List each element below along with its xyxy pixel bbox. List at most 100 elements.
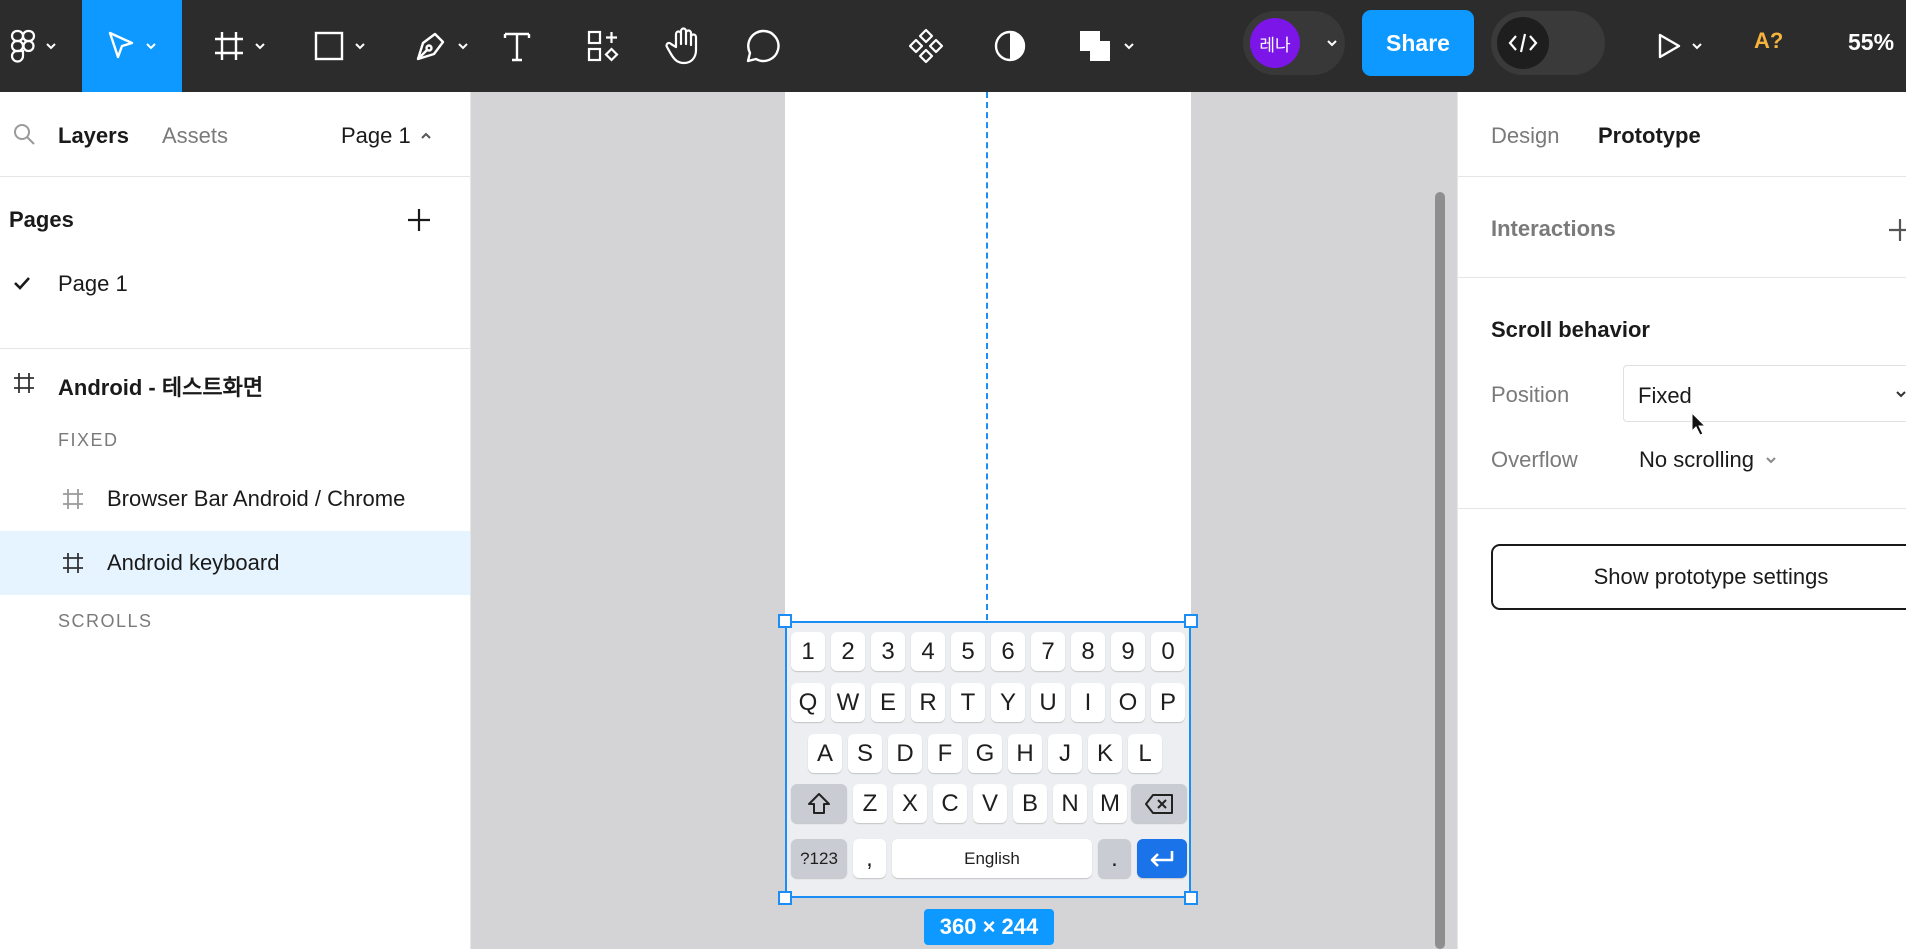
keyboard-shift-key[interactable]: [791, 784, 847, 823]
keyboard-key[interactable]: B: [1013, 784, 1047, 823]
keyboard-key[interactable]: F: [928, 734, 962, 773]
move-tool-button[interactable]: [82, 0, 182, 92]
multiplayer-avatars[interactable]: 레나: [1243, 11, 1345, 75]
show-prototype-settings-button[interactable]: Show prototype settings: [1491, 544, 1906, 610]
keyboard-key[interactable]: Z: [853, 784, 887, 823]
figma-app: 레나 Share A? 55% Layers Assets Page 1 Pag…: [0, 0, 1906, 949]
current-page-label: Page 1: [341, 123, 411, 148]
keyboard-key[interactable]: 4: [911, 632, 945, 671]
share-button[interactable]: Share: [1362, 10, 1474, 76]
keyboard-key[interactable]: N: [1053, 784, 1087, 823]
chevron-down-icon: [1327, 40, 1337, 47]
plus-icon[interactable]: [404, 205, 434, 235]
page-switcher[interactable]: Page 1: [341, 123, 433, 149]
divider: [0, 348, 471, 349]
keyboard-symbols-key[interactable]: ?123: [791, 839, 847, 878]
keyboard-space-key[interactable]: English: [892, 839, 1092, 878]
keyboard-key[interactable]: T: [951, 683, 985, 722]
keyboard-key[interactable]: K: [1088, 734, 1122, 773]
resize-handle-bottom-right[interactable]: [1184, 891, 1198, 905]
canvas-scrollbar[interactable]: [1435, 192, 1445, 949]
keyboard-backspace-key[interactable]: [1131, 784, 1187, 823]
keyboard-key[interactable]: E: [871, 683, 905, 722]
keyboard-key[interactable]: L: [1128, 734, 1162, 773]
keyboard-enter-key[interactable]: [1137, 839, 1187, 878]
keyboard-key[interactable]: O: [1111, 683, 1145, 722]
keyboard-key[interactable]: 9: [1111, 632, 1145, 671]
keyboard-comma-key[interactable]: ,: [853, 839, 886, 878]
keyboard-key[interactable]: U: [1031, 683, 1065, 722]
position-label: Position: [1491, 382, 1570, 407]
keyboard-key[interactable]: 0: [1151, 632, 1185, 671]
contrast-mask-button[interactable]: [990, 0, 1030, 92]
components-button[interactable]: [906, 0, 946, 92]
chevron-down-icon: [146, 43, 156, 50]
position-dropdown[interactable]: Fixed: [1623, 365, 1906, 422]
keyboard-key[interactable]: J: [1048, 734, 1082, 773]
layer-root-frame[interactable]: Android - 테스트화면: [0, 351, 470, 415]
keyboard-key[interactable]: 2: [831, 632, 865, 671]
resize-handle-top-left[interactable]: [778, 614, 792, 628]
overflow-dropdown[interactable]: No scrolling: [1639, 447, 1778, 473]
zoom-level[interactable]: 55%: [1848, 29, 1894, 56]
fixed-section-label: FIXED: [58, 430, 119, 450]
keyboard-key[interactable]: 5: [951, 632, 985, 671]
center-guide-line: [986, 92, 988, 620]
accessibility-check-button[interactable]: A?: [1754, 28, 1783, 54]
avatar[interactable]: 레나: [1250, 18, 1300, 68]
resize-handle-top-right[interactable]: [1184, 614, 1198, 628]
keyboard-key[interactable]: D: [888, 734, 922, 773]
keyboard-key[interactable]: H: [1008, 734, 1042, 773]
tab-design[interactable]: Design: [1491, 123, 1559, 149]
keyboard-key[interactable]: 8: [1071, 632, 1105, 671]
resize-handle-bottom-left[interactable]: [778, 891, 792, 905]
search-icon[interactable]: [12, 122, 36, 146]
keyboard-key[interactable]: A: [808, 734, 842, 773]
keyboard-key[interactable]: R: [911, 683, 945, 722]
keyboard-key[interactable]: X: [893, 784, 927, 823]
layer-browser-bar[interactable]: Browser Bar Android / Chrome: [0, 467, 470, 531]
main-menu-button[interactable]: [0, 0, 68, 92]
keyboard-key[interactable]: 7: [1031, 632, 1065, 671]
tab-layers[interactable]: Layers: [58, 123, 129, 149]
android-keyboard-frame[interactable]: 1234567890 QWERTYUIOP ASDFGHJKL ZXCVBNM …: [785, 621, 1191, 898]
components-grid-icon: [587, 30, 619, 62]
page-item-page-1[interactable]: Page 1: [0, 261, 470, 305]
keyboard-key[interactable]: Y: [991, 683, 1025, 722]
present-button[interactable]: [1650, 0, 1710, 92]
keyboard-key[interactable]: M: [1093, 784, 1127, 823]
keyboard-key[interactable]: 3: [871, 632, 905, 671]
pen-tool-button[interactable]: [396, 0, 488, 92]
dev-mode-toggle[interactable]: [1491, 11, 1605, 75]
scroll-behavior-header: Scroll behavior: [1491, 317, 1650, 342]
keyboard-key[interactable]: V: [973, 784, 1007, 823]
text-tool-button[interactable]: [498, 0, 536, 92]
layers-panel: Layers Assets Page 1 Pages Page 1 Androi…: [0, 92, 471, 949]
comment-tool-button[interactable]: [742, 0, 784, 92]
hand-tool-button[interactable]: [662, 0, 704, 92]
plus-icon[interactable]: [1885, 215, 1906, 245]
shape-tool-button[interactable]: [296, 0, 384, 92]
layer-android-keyboard[interactable]: Android keyboard: [0, 531, 470, 595]
keyboard-key[interactable]: P: [1151, 683, 1185, 722]
android-frame[interactable]: [785, 92, 1191, 622]
design-canvas[interactable]: 1234567890 QWERTYUIOP ASDFGHJKL ZXCVBNM …: [472, 92, 1457, 949]
keyboard-period-key[interactable]: .: [1098, 839, 1131, 878]
resources-tool-button[interactable]: [580, 0, 626, 92]
keyboard-key[interactable]: S: [848, 734, 882, 773]
tab-prototype[interactable]: Prototype: [1598, 123, 1701, 149]
dev-mode-knob: [1497, 17, 1549, 69]
boolean-groups-button[interactable]: [1074, 0, 1140, 92]
keyboard-key[interactable]: I: [1071, 683, 1105, 722]
backspace-icon: [1145, 793, 1173, 814]
layer-label: Android keyboard: [107, 550, 280, 575]
keyboard-key[interactable]: 6: [991, 632, 1025, 671]
keyboard-key[interactable]: G: [968, 734, 1002, 773]
keyboard-key[interactable]: 1: [791, 632, 825, 671]
keyboard-key[interactable]: Q: [791, 683, 825, 722]
frame-tool-button[interactable]: [196, 0, 284, 92]
tab-assets[interactable]: Assets: [162, 123, 228, 149]
keyboard-key[interactable]: C: [933, 784, 967, 823]
pages-header: Pages: [9, 207, 74, 232]
keyboard-key[interactable]: W: [831, 683, 865, 722]
